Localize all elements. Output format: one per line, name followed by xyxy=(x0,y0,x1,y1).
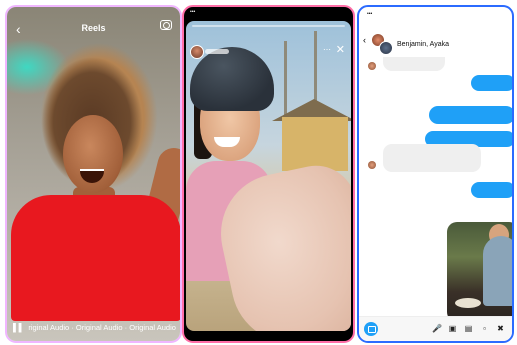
avatar[interactable] xyxy=(379,41,393,55)
building xyxy=(282,117,348,171)
chat-status-bar: ••• xyxy=(367,11,373,17)
chat-phone: ••• ‹ Benjamin, Ayaka 🎤 ▣ ▤ ▫ ✖ xyxy=(357,5,514,343)
reels-audio-text: riginal Audio · Original Audio · Origina… xyxy=(28,323,176,332)
photo-person xyxy=(483,236,512,306)
story-media[interactable] xyxy=(186,21,351,331)
music-icon: ▌▌ xyxy=(13,323,25,332)
close-icon[interactable]: ✖ xyxy=(496,324,505,333)
camera-icon[interactable] xyxy=(160,20,172,30)
chat-header: ‹ Benjamin, Ayaka xyxy=(359,29,512,59)
helmet xyxy=(190,47,274,111)
message-composer[interactable]: 🎤 ▣ ▤ ▫ ✖ xyxy=(359,316,512,341)
gallery-icon[interactable]: ▣ xyxy=(448,324,457,333)
story-username-placeholder[interactable] xyxy=(205,49,229,54)
message-bubble-received[interactable] xyxy=(383,57,445,71)
story-progress-bar xyxy=(192,25,345,27)
sender-avatar xyxy=(368,161,376,169)
message-bubble-received[interactable] xyxy=(383,144,481,172)
reels-phone: ‹ Reels ▌▌ riginal Audio · Original Audio… xyxy=(5,5,182,343)
message-bubble-sent[interactable] xyxy=(471,75,512,91)
story-status-bar: ••• xyxy=(190,9,196,15)
microphone-icon[interactable]: 🎤 xyxy=(432,324,442,333)
gif-icon[interactable]: ▫ xyxy=(480,324,489,333)
sender-avatar xyxy=(368,62,376,70)
camera-icon[interactable] xyxy=(364,322,378,336)
story-phone: ••• ⋯ ✕ xyxy=(182,5,355,343)
shared-photo-message[interactable] xyxy=(447,222,512,322)
conversation-name[interactable]: Benjamin, Ayaka xyxy=(397,41,449,48)
reels-title: Reels xyxy=(81,23,106,33)
close-icon[interactable]: ✕ xyxy=(336,43,345,56)
reels-top-bar: ‹ Reels xyxy=(7,7,180,41)
more-horizontal-icon[interactable]: ⋯ xyxy=(323,45,331,54)
message-bubble-sent[interactable] xyxy=(471,182,512,198)
chevron-left-icon[interactable]: ‹ xyxy=(363,35,366,45)
photo-plate xyxy=(455,298,481,308)
message-bubble-sent[interactable] xyxy=(429,106,512,124)
story-avatar[interactable] xyxy=(190,45,204,59)
reels-audio-strip[interactable]: ▌▌ riginal Audio · Original Audio · Origi… xyxy=(13,323,176,335)
reels-red-shirt xyxy=(11,195,180,321)
sticker-icon[interactable]: ▤ xyxy=(464,324,473,333)
